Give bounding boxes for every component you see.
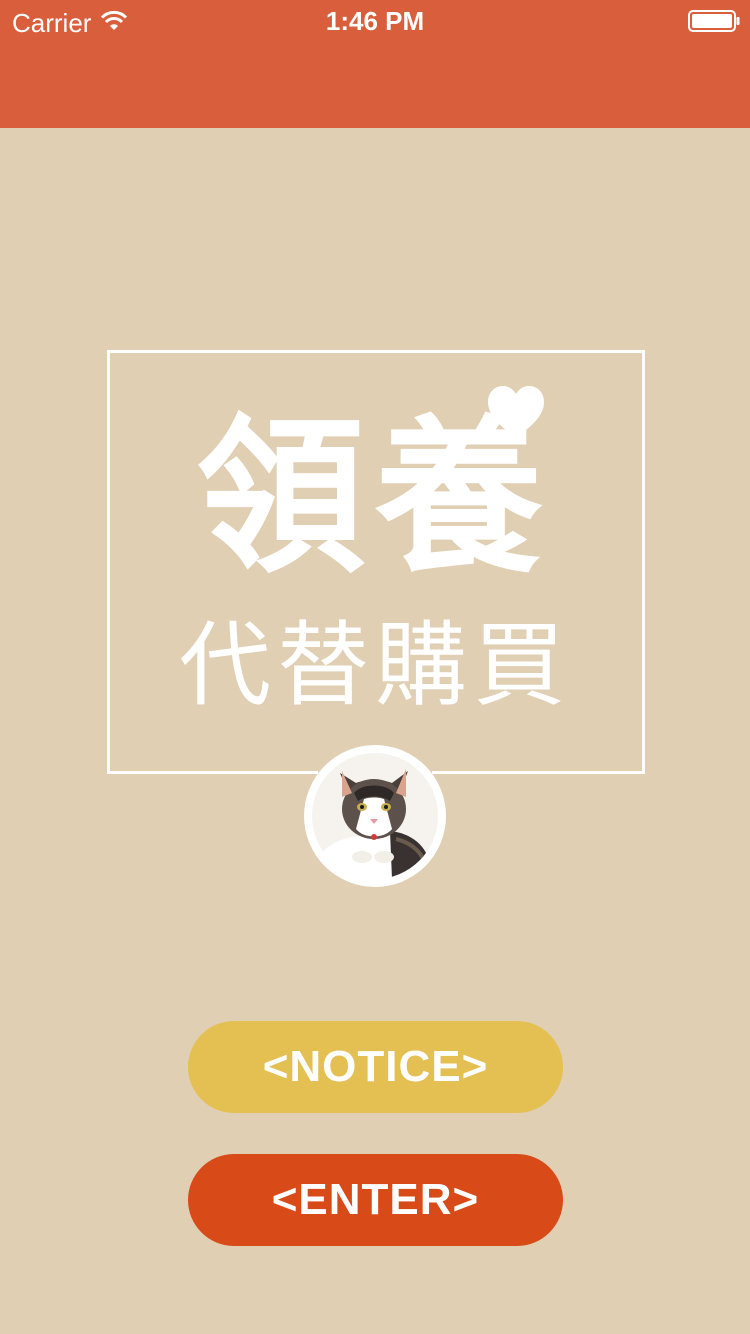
battery-icon bbox=[688, 10, 740, 32]
cat-avatar bbox=[312, 753, 438, 879]
hero-title: 領養 bbox=[197, 404, 553, 592]
top-bar: Carrier 1:46 PM bbox=[0, 0, 750, 128]
cat-photo bbox=[312, 753, 438, 879]
hero-subtitle: 代替購買 bbox=[178, 615, 571, 717]
notice-button[interactable]: <NOTICE> bbox=[188, 1021, 563, 1113]
enter-button[interactable]: <ENTER> bbox=[188, 1154, 563, 1246]
status-time: 1:46 PM bbox=[325, 6, 425, 36]
